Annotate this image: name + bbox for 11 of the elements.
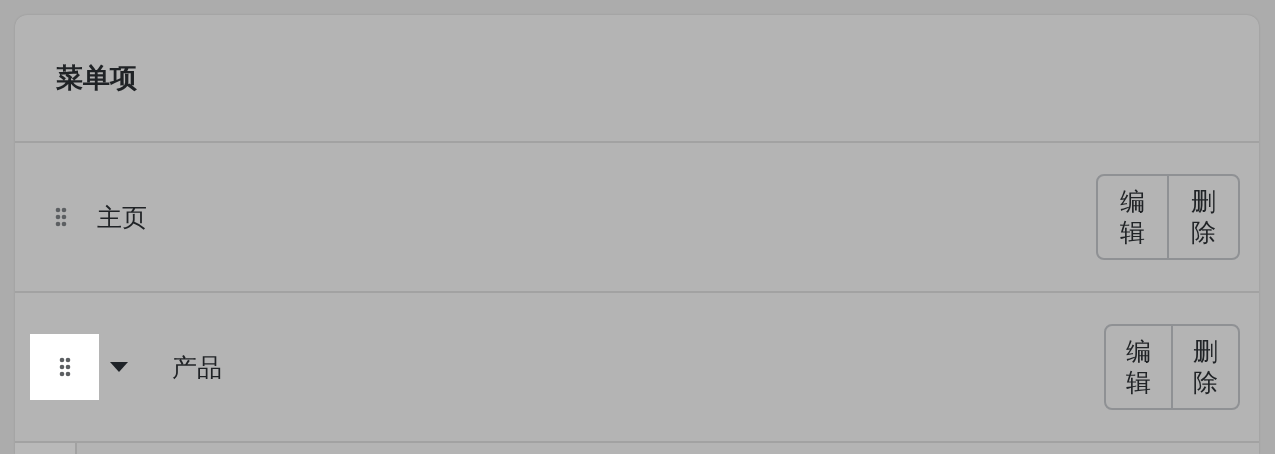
drag-handle[interactable] — [30, 334, 99, 400]
card-title: 菜单项 — [56, 61, 137, 95]
delete-button[interactable]: 删除 — [1167, 175, 1238, 259]
menu-item-label: 主页 — [97, 201, 147, 234]
drag-icon — [55, 207, 67, 227]
expand-toggle[interactable] — [110, 362, 128, 372]
edit-button[interactable]: 编辑 — [1106, 325, 1171, 409]
drag-icon — [58, 357, 71, 377]
edit-button[interactable]: 编辑 — [1098, 175, 1167, 259]
menu-item-label: 产品 — [172, 351, 222, 384]
delete-button[interactable]: 删除 — [1171, 325, 1238, 409]
